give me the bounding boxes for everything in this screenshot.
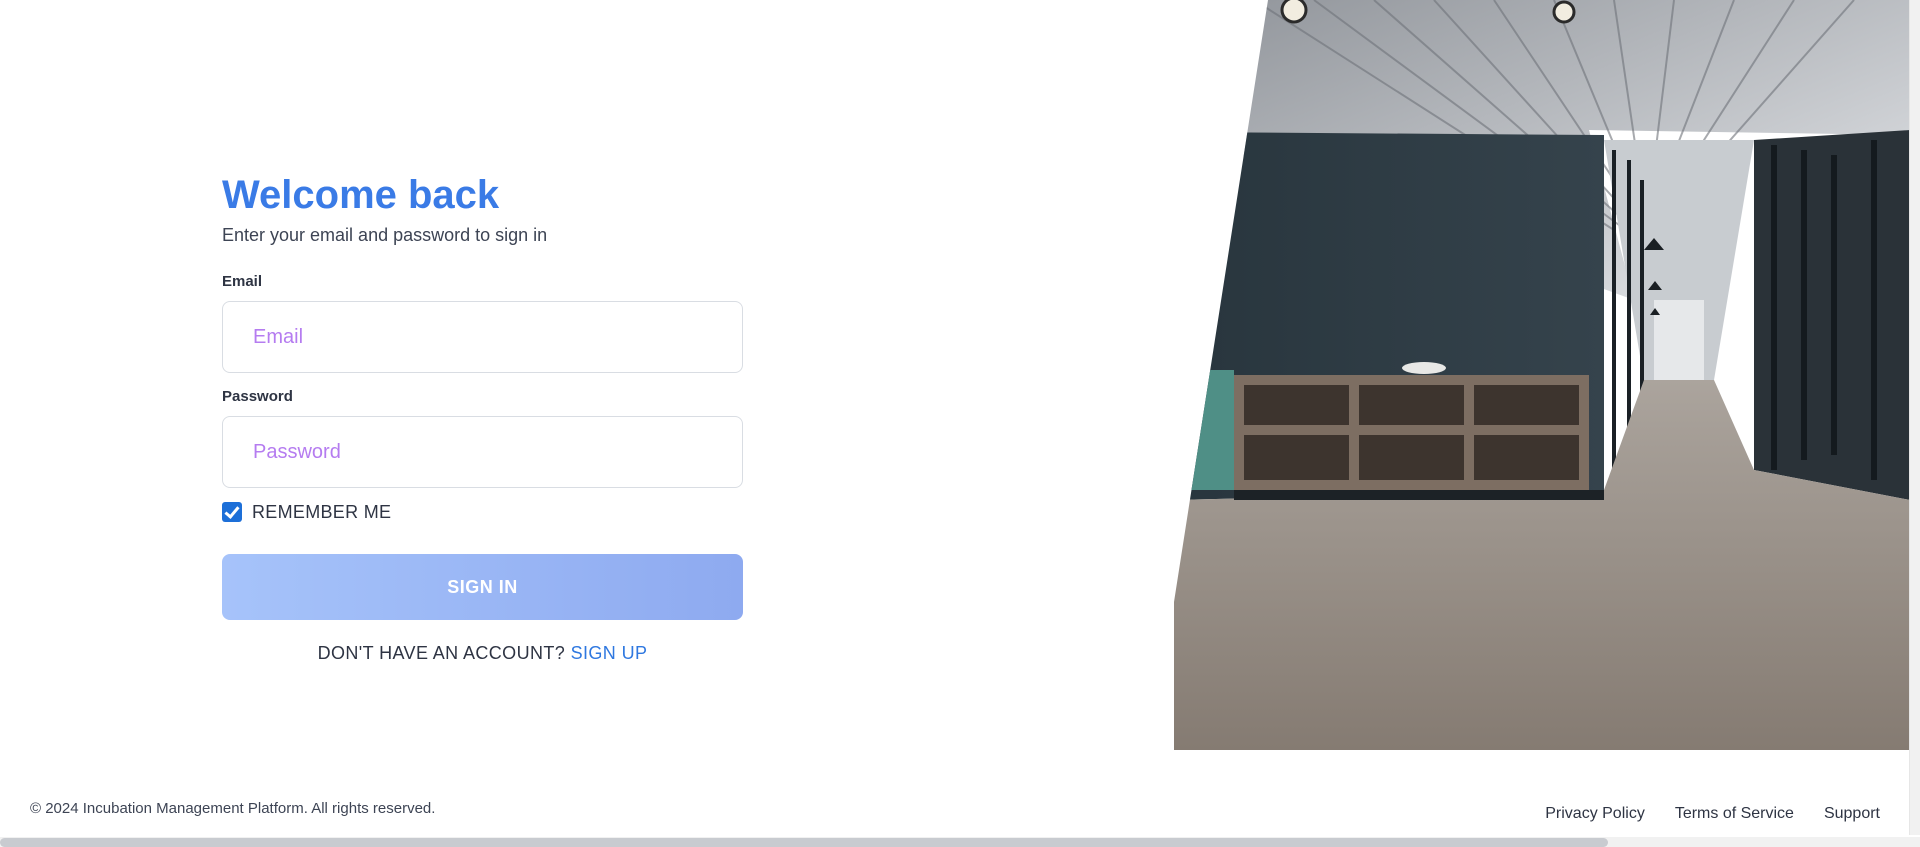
checkmark-icon — [224, 503, 240, 519]
remember-me-checkbox[interactable] — [222, 502, 242, 522]
office-hallway-image — [1174, 0, 1910, 750]
terms-of-service-link[interactable]: Terms of Service — [1675, 805, 1794, 823]
password-label: Password — [222, 388, 293, 405]
vertical-scrollbar[interactable] — [1909, 0, 1920, 835]
privacy-policy-link[interactable]: Privacy Policy — [1545, 805, 1645, 823]
login-page: Welcome back Enter your email and passwo… — [0, 0, 1920, 847]
no-account-text: DON'T HAVE AN ACCOUNT? — [317, 643, 566, 663]
login-form: Welcome back Enter your email and passwo… — [222, 170, 743, 664]
password-field[interactable] — [222, 416, 743, 488]
horizontal-scrollbar[interactable] — [0, 837, 1920, 847]
remember-me-label[interactable]: REMEMBER ME — [252, 502, 391, 523]
horizontal-scrollbar-thumb[interactable] — [0, 838, 1608, 847]
email-field[interactable] — [222, 301, 743, 373]
page-title: Welcome back — [222, 173, 500, 217]
remember-me-row: REMEMBER ME — [222, 500, 743, 524]
footer-nav: Privacy Policy Terms of Service Support — [1545, 805, 1880, 823]
support-link[interactable]: Support — [1824, 805, 1880, 823]
sign-in-button[interactable]: SIGN IN — [222, 554, 743, 620]
email-label: Email — [222, 273, 263, 290]
page-subtitle: Enter your email and password to sign in — [222, 225, 548, 245]
signup-prompt: DON'T HAVE AN ACCOUNT? SIGN UP — [222, 643, 743, 664]
sign-up-link[interactable]: SIGN UP — [571, 643, 648, 663]
copyright-text: © 2024 Incubation Management Platform. A… — [30, 800, 436, 817]
